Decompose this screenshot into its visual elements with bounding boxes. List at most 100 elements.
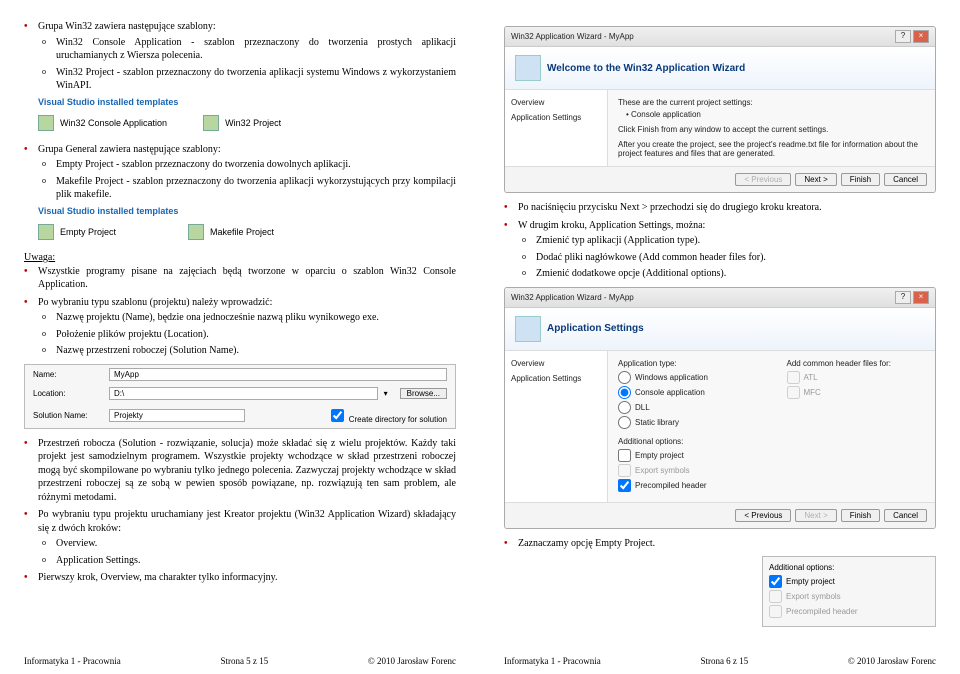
text: Dodać pliki nagłówkowe (Add common heade…: [518, 251, 936, 265]
template-panel: Visual Studio installed templates Empty …: [38, 206, 456, 244]
finish-button[interactable]: Finish: [841, 509, 880, 522]
createdir-checkbox[interactable]: [331, 409, 344, 422]
label: Solution Name:: [33, 411, 103, 420]
heading: Visual Studio installed templates: [38, 206, 456, 216]
wizard-icon: [515, 55, 541, 81]
template-panel: Visual Studio installed templates Win32 …: [38, 97, 456, 135]
label: Additional options:: [618, 437, 757, 446]
help-button[interactable]: ?: [895, 291, 911, 304]
label: Empty project: [635, 451, 684, 460]
template-icon: [38, 115, 54, 131]
text: W drugim kroku, Application Settings, mo…: [518, 220, 705, 231]
label: ATL: [804, 373, 818, 382]
text: Nazwę przestrzeni roboczej (Solution Nam…: [38, 344, 456, 358]
text: Położenie plików projektu (Location).: [38, 328, 456, 342]
label: Console application: [635, 388, 705, 397]
label: Export symbols: [786, 592, 841, 601]
template-item[interactable]: Empty Project: [60, 227, 116, 237]
label: Add common header files for:: [787, 359, 926, 368]
text: Zmienić typ aplikacji (Application type)…: [518, 234, 936, 248]
text: Zaznaczamy opcję Empty Project.: [504, 537, 936, 551]
label: Windows application: [635, 373, 708, 382]
wizard-overview-screenshot: Win32 Application Wizard - MyApp?× Welco…: [504, 26, 936, 193]
wizard-appsettings-screenshot: Win32 Application Wizard - MyApp?× Appli…: [504, 287, 936, 529]
cancel-button[interactable]: Cancel: [884, 173, 927, 186]
label: Location:: [33, 389, 103, 398]
nav-overview[interactable]: Overview: [511, 98, 601, 107]
cb-precompiled-2: [769, 605, 782, 618]
label: Create directory for solution: [349, 415, 447, 424]
text: Wszystkie programy pisane na zajęciach b…: [24, 265, 456, 292]
page-footer: Informatyka 1 - PracowniaStrona 5 z 15© …: [24, 656, 456, 666]
radio-dll[interactable]: [618, 401, 631, 414]
text: Grupa General zawiera następujące szablo…: [38, 144, 221, 155]
nav-appsettings[interactable]: Application Settings: [511, 113, 601, 122]
label: Export symbols: [635, 466, 690, 475]
heading: Visual Studio installed templates: [38, 97, 456, 107]
cancel-button[interactable]: Cancel: [884, 509, 927, 522]
prev-button[interactable]: < Previous: [735, 509, 791, 522]
wizard-icon: [515, 316, 541, 342]
text: • Console application: [626, 110, 925, 119]
window-title: Win32 Application Wizard - MyApp: [511, 32, 634, 41]
heading-uwaga: Uwaga:: [24, 252, 55, 263]
additional-options-fragment: Additional options: Empty project Export…: [762, 556, 936, 627]
window-title: Win32 Application Wizard - MyApp: [511, 293, 634, 302]
cb-export-2: [769, 590, 782, 603]
label: Precompiled header: [786, 607, 858, 616]
close-button[interactable]: ×: [913, 30, 929, 43]
text: Po wybraniu typu szablonu (projektu) nal…: [38, 297, 272, 308]
solution-input[interactable]: [109, 409, 245, 422]
label: Empty project: [786, 577, 835, 586]
finish-button[interactable]: Finish: [841, 173, 880, 186]
text: Win32 Console Application - szablon prze…: [38, 36, 456, 63]
text: Overview.: [38, 537, 456, 551]
help-button[interactable]: ?: [895, 30, 911, 43]
label: DLL: [635, 403, 650, 412]
text: Nazwę projektu (Name), będzie ona jednoc…: [38, 311, 456, 325]
text: Pierwszy krok, Overview, ma charakter ty…: [24, 571, 456, 585]
label: Application type:: [618, 359, 757, 368]
text: After you create the project, see the pr…: [618, 140, 925, 158]
label: Static library: [635, 418, 679, 427]
text: Win32 Project - szablon przeznaczony do …: [38, 66, 456, 93]
prev-button: < Previous: [735, 173, 791, 186]
cb-precompiled[interactable]: [618, 479, 631, 492]
template-icon: [188, 224, 204, 240]
template-item[interactable]: Makefile Project: [210, 227, 274, 237]
text: Przestrzeń robocza (Solution - rozwiązan…: [24, 437, 456, 505]
template-icon: [203, 115, 219, 131]
cb-atl: [787, 371, 800, 384]
wizard-heading: Application Settings: [547, 323, 644, 334]
text: Grupa Win32 zawiera następujące szablony…: [38, 21, 216, 32]
template-item[interactable]: Win32 Project: [225, 118, 281, 128]
text: Zmienić dodatkowe opcje (Additional opti…: [518, 267, 936, 281]
label: Name:: [33, 370, 103, 379]
newproject-dialog-fragment: Name: Location:▾Browse... Solution Name:…: [24, 364, 456, 429]
text: Application Settings.: [38, 554, 456, 568]
text: These are the current project settings:: [618, 98, 925, 107]
text: Empty Project - szablon przeznaczony do …: [38, 158, 456, 172]
nav-overview[interactable]: Overview: [511, 359, 601, 368]
cb-empty-2[interactable]: [769, 575, 782, 588]
next-button: Next >: [795, 509, 836, 522]
next-button[interactable]: Next >: [795, 173, 836, 186]
radio-console[interactable]: [618, 386, 631, 399]
template-item[interactable]: Win32 Console Application: [60, 118, 167, 128]
close-button[interactable]: ×: [913, 291, 929, 304]
text: Po wybraniu typu projektu uruchamiany je…: [38, 509, 456, 534]
cb-empty[interactable]: [618, 449, 631, 462]
label: MFC: [804, 388, 821, 397]
nav-appsettings[interactable]: Application Settings: [511, 374, 601, 383]
radio-static[interactable]: [618, 416, 631, 429]
text: Makefile Project - szablon przeznaczony …: [38, 175, 456, 202]
page-footer: Informatyka 1 - PracowniaStrona 6 z 15© …: [504, 656, 936, 666]
template-icon: [38, 224, 54, 240]
label: Additional options:: [769, 563, 929, 572]
cb-export: [618, 464, 631, 477]
name-input[interactable]: [109, 368, 447, 381]
browse-button[interactable]: Browse...: [400, 388, 447, 399]
label: Precompiled header: [635, 481, 707, 490]
location-input[interactable]: [109, 387, 378, 400]
radio-windows[interactable]: [618, 371, 631, 384]
